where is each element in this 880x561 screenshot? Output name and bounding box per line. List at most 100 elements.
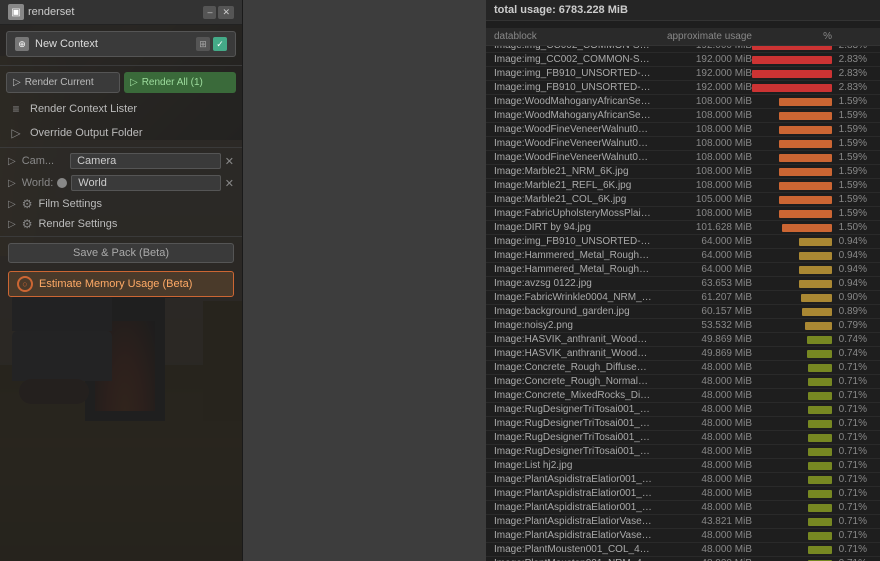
row-size: 48.000 MiB bbox=[652, 460, 752, 471]
total-usage-value: 6783.228 MiB bbox=[559, 4, 628, 16]
estimate-icon: ○ bbox=[17, 276, 33, 292]
row-bar-container bbox=[752, 252, 832, 260]
row-pct: 0.94% bbox=[832, 236, 867, 247]
row-size: 101.628 MiB bbox=[652, 222, 752, 233]
sidebar-minimize-button[interactable]: – bbox=[203, 6, 216, 19]
context-lister-icon: ≡ bbox=[8, 101, 24, 117]
override-output-item[interactable]: ▷ Override Output Folder bbox=[0, 121, 242, 145]
table-row: Image:WoodFineVeneerWalnut002_REFL_6K.jp… bbox=[486, 151, 880, 165]
table-row: Image:PlantAspidistraElatior001_NRM_4K_M… bbox=[486, 487, 880, 501]
row-pct: 0.71% bbox=[832, 446, 867, 457]
render-current-button[interactable]: ▷ Render Current bbox=[6, 72, 120, 93]
save-pack-label: Save & Pack (Beta) bbox=[73, 247, 169, 259]
row-pct: 1.59% bbox=[832, 194, 867, 205]
row-name: Image:Hammered_Metal_Roughness.png:001 bbox=[494, 264, 652, 275]
row-size: 108.000 MiB bbox=[652, 180, 752, 191]
film-settings-label: Film Settings bbox=[38, 198, 102, 210]
row-bar bbox=[779, 140, 832, 148]
row-bar bbox=[808, 434, 832, 442]
row-name: Image:Hammered_Metal_Roughness.jpg bbox=[494, 250, 652, 261]
row-bar-container bbox=[752, 238, 832, 246]
col-approx: approximate usage bbox=[652, 31, 752, 42]
table-row: Image:Marble21_REFL_6K.jpg108.000 MiB1.5… bbox=[486, 179, 880, 193]
row-name: Image:img_FB910_UNSORTED-Rag-Recycled_He… bbox=[494, 236, 652, 247]
world-close-button[interactable]: ✕ bbox=[225, 177, 234, 190]
row-size: 48.000 MiB bbox=[652, 530, 752, 541]
render-current-label: Render Current bbox=[25, 77, 94, 88]
render-buttons-group: ▷ Render Current ▷ Render All (1) bbox=[6, 72, 236, 93]
row-size: 48.000 MiB bbox=[652, 390, 752, 401]
estimate-label: Estimate Memory Usage (Beta) bbox=[39, 278, 192, 290]
row-name: Image:WoodFineVeneerWalnut002_COL_6K.jpg bbox=[494, 124, 652, 135]
divider-1 bbox=[0, 65, 242, 66]
film-settings-row[interactable]: ▷ ⚙ Film Settings bbox=[0, 194, 242, 214]
row-bar-container bbox=[752, 406, 832, 414]
row-pct: 1.59% bbox=[832, 180, 867, 191]
row-name: Image:noisy2.png bbox=[494, 320, 652, 331]
row-name: Image:RugDesignerTriTosai001_SSS_4K.jpg bbox=[494, 404, 652, 415]
row-name: Image:PlantAspidistraElatiorVase001_COL_… bbox=[494, 516, 652, 527]
row-size: 48.000 MiB bbox=[652, 544, 752, 555]
render-icon: ▷ bbox=[13, 77, 21, 88]
row-bar-container bbox=[752, 56, 832, 64]
render-all-button[interactable]: ▷ Render All (1) bbox=[124, 72, 236, 93]
row-size: 108.000 MiB bbox=[652, 138, 752, 149]
save-pack-button[interactable]: Save & Pack (Beta) bbox=[8, 243, 234, 263]
row-bar-container bbox=[752, 392, 832, 400]
row-name: Image:Marble21_NRM_6K.jpg bbox=[494, 166, 652, 177]
row-bar-container bbox=[752, 364, 832, 372]
row-bar-container bbox=[752, 350, 832, 358]
row-pct: 0.71% bbox=[832, 418, 867, 429]
table-row: Image:WoodMahoganyAfricanSealed001_REFL_… bbox=[486, 109, 880, 123]
estimate-memory-button[interactable]: ○ Estimate Memory Usage (Beta) bbox=[8, 271, 234, 297]
row-size: 53.532 MiB bbox=[652, 320, 752, 331]
row-bar-container bbox=[752, 98, 832, 106]
row-bar bbox=[802, 308, 832, 316]
new-context-button[interactable]: ⊕ New Context ⊞ ✓ bbox=[6, 31, 236, 57]
row-bar bbox=[807, 336, 832, 344]
row-pct: 0.71% bbox=[832, 488, 867, 499]
cam-value[interactable]: Camera bbox=[70, 153, 221, 169]
folder-icon: ▷ bbox=[8, 125, 24, 141]
table-row: Image:RugDesignerTriTosai001_NRM_4K.png4… bbox=[486, 417, 880, 431]
cam-close-button[interactable]: ✕ bbox=[225, 155, 234, 168]
row-name: Image:FabricUpholsteryMossPlainWeave001_… bbox=[494, 208, 652, 219]
new-context-label: New Context bbox=[35, 38, 98, 50]
row-size: 48.000 MiB bbox=[652, 474, 752, 485]
row-bar bbox=[808, 392, 832, 400]
col-datablock: datablock bbox=[494, 31, 652, 42]
row-size: 192.000 MiB bbox=[652, 82, 752, 93]
render-context-lister-item[interactable]: ≡ Render Context Lister bbox=[0, 97, 242, 121]
row-bar-container bbox=[752, 84, 832, 92]
row-bar-container bbox=[752, 280, 832, 288]
row-size: 63.653 MiB bbox=[652, 278, 752, 289]
table-headers: datablock approximate usage % bbox=[486, 28, 880, 46]
row-bar-container bbox=[752, 546, 832, 554]
row-bar-container bbox=[752, 378, 832, 386]
row-bar-container bbox=[752, 532, 832, 540]
table-row: Image:HASVIK_anthranit_Woodstone_Prestig… bbox=[486, 347, 880, 361]
row-bar bbox=[808, 532, 832, 540]
row-size: 48.000 MiB bbox=[652, 418, 752, 429]
world-value[interactable]: World bbox=[71, 175, 220, 191]
row-name: Image:HASVIK_anthranit_Woodstone_Prestig… bbox=[494, 348, 652, 359]
row-bar bbox=[808, 448, 832, 456]
table-row: Image:PlantMousten001_COL_4K_METALNESS.j… bbox=[486, 543, 880, 557]
row-size: 108.000 MiB bbox=[652, 208, 752, 219]
sidebar-close-button[interactable]: ✕ bbox=[218, 6, 234, 19]
row-name: Image:Concrete_Rough_Normal_mqt_4096.png bbox=[494, 376, 652, 387]
row-bar-container bbox=[752, 224, 832, 232]
row-bar bbox=[779, 168, 832, 176]
render-settings-row[interactable]: ▷ ⚙ Render Settings bbox=[0, 214, 242, 234]
row-name: Image:PlantAspidistraElatior001_COL_4K_M… bbox=[494, 474, 652, 485]
new-context-extra-icon: ⊞ bbox=[196, 37, 210, 51]
row-pct: 1.50% bbox=[832, 222, 867, 233]
table-row: Image:List hj2.jpg48.000 MiB0.71% bbox=[486, 459, 880, 473]
row-size: 64.000 MiB bbox=[652, 236, 752, 247]
row-name: Image:avzsg 0122.jpg bbox=[494, 278, 652, 289]
row-pct: 0.71% bbox=[832, 516, 867, 527]
table-row: Image:RugDesignerTriTosai001_COL_4K.jpg4… bbox=[486, 445, 880, 459]
render-settings-label: Render Settings bbox=[38, 218, 117, 230]
row-bar bbox=[799, 280, 832, 288]
row-name: Image:background_garden.jpg bbox=[494, 306, 652, 317]
